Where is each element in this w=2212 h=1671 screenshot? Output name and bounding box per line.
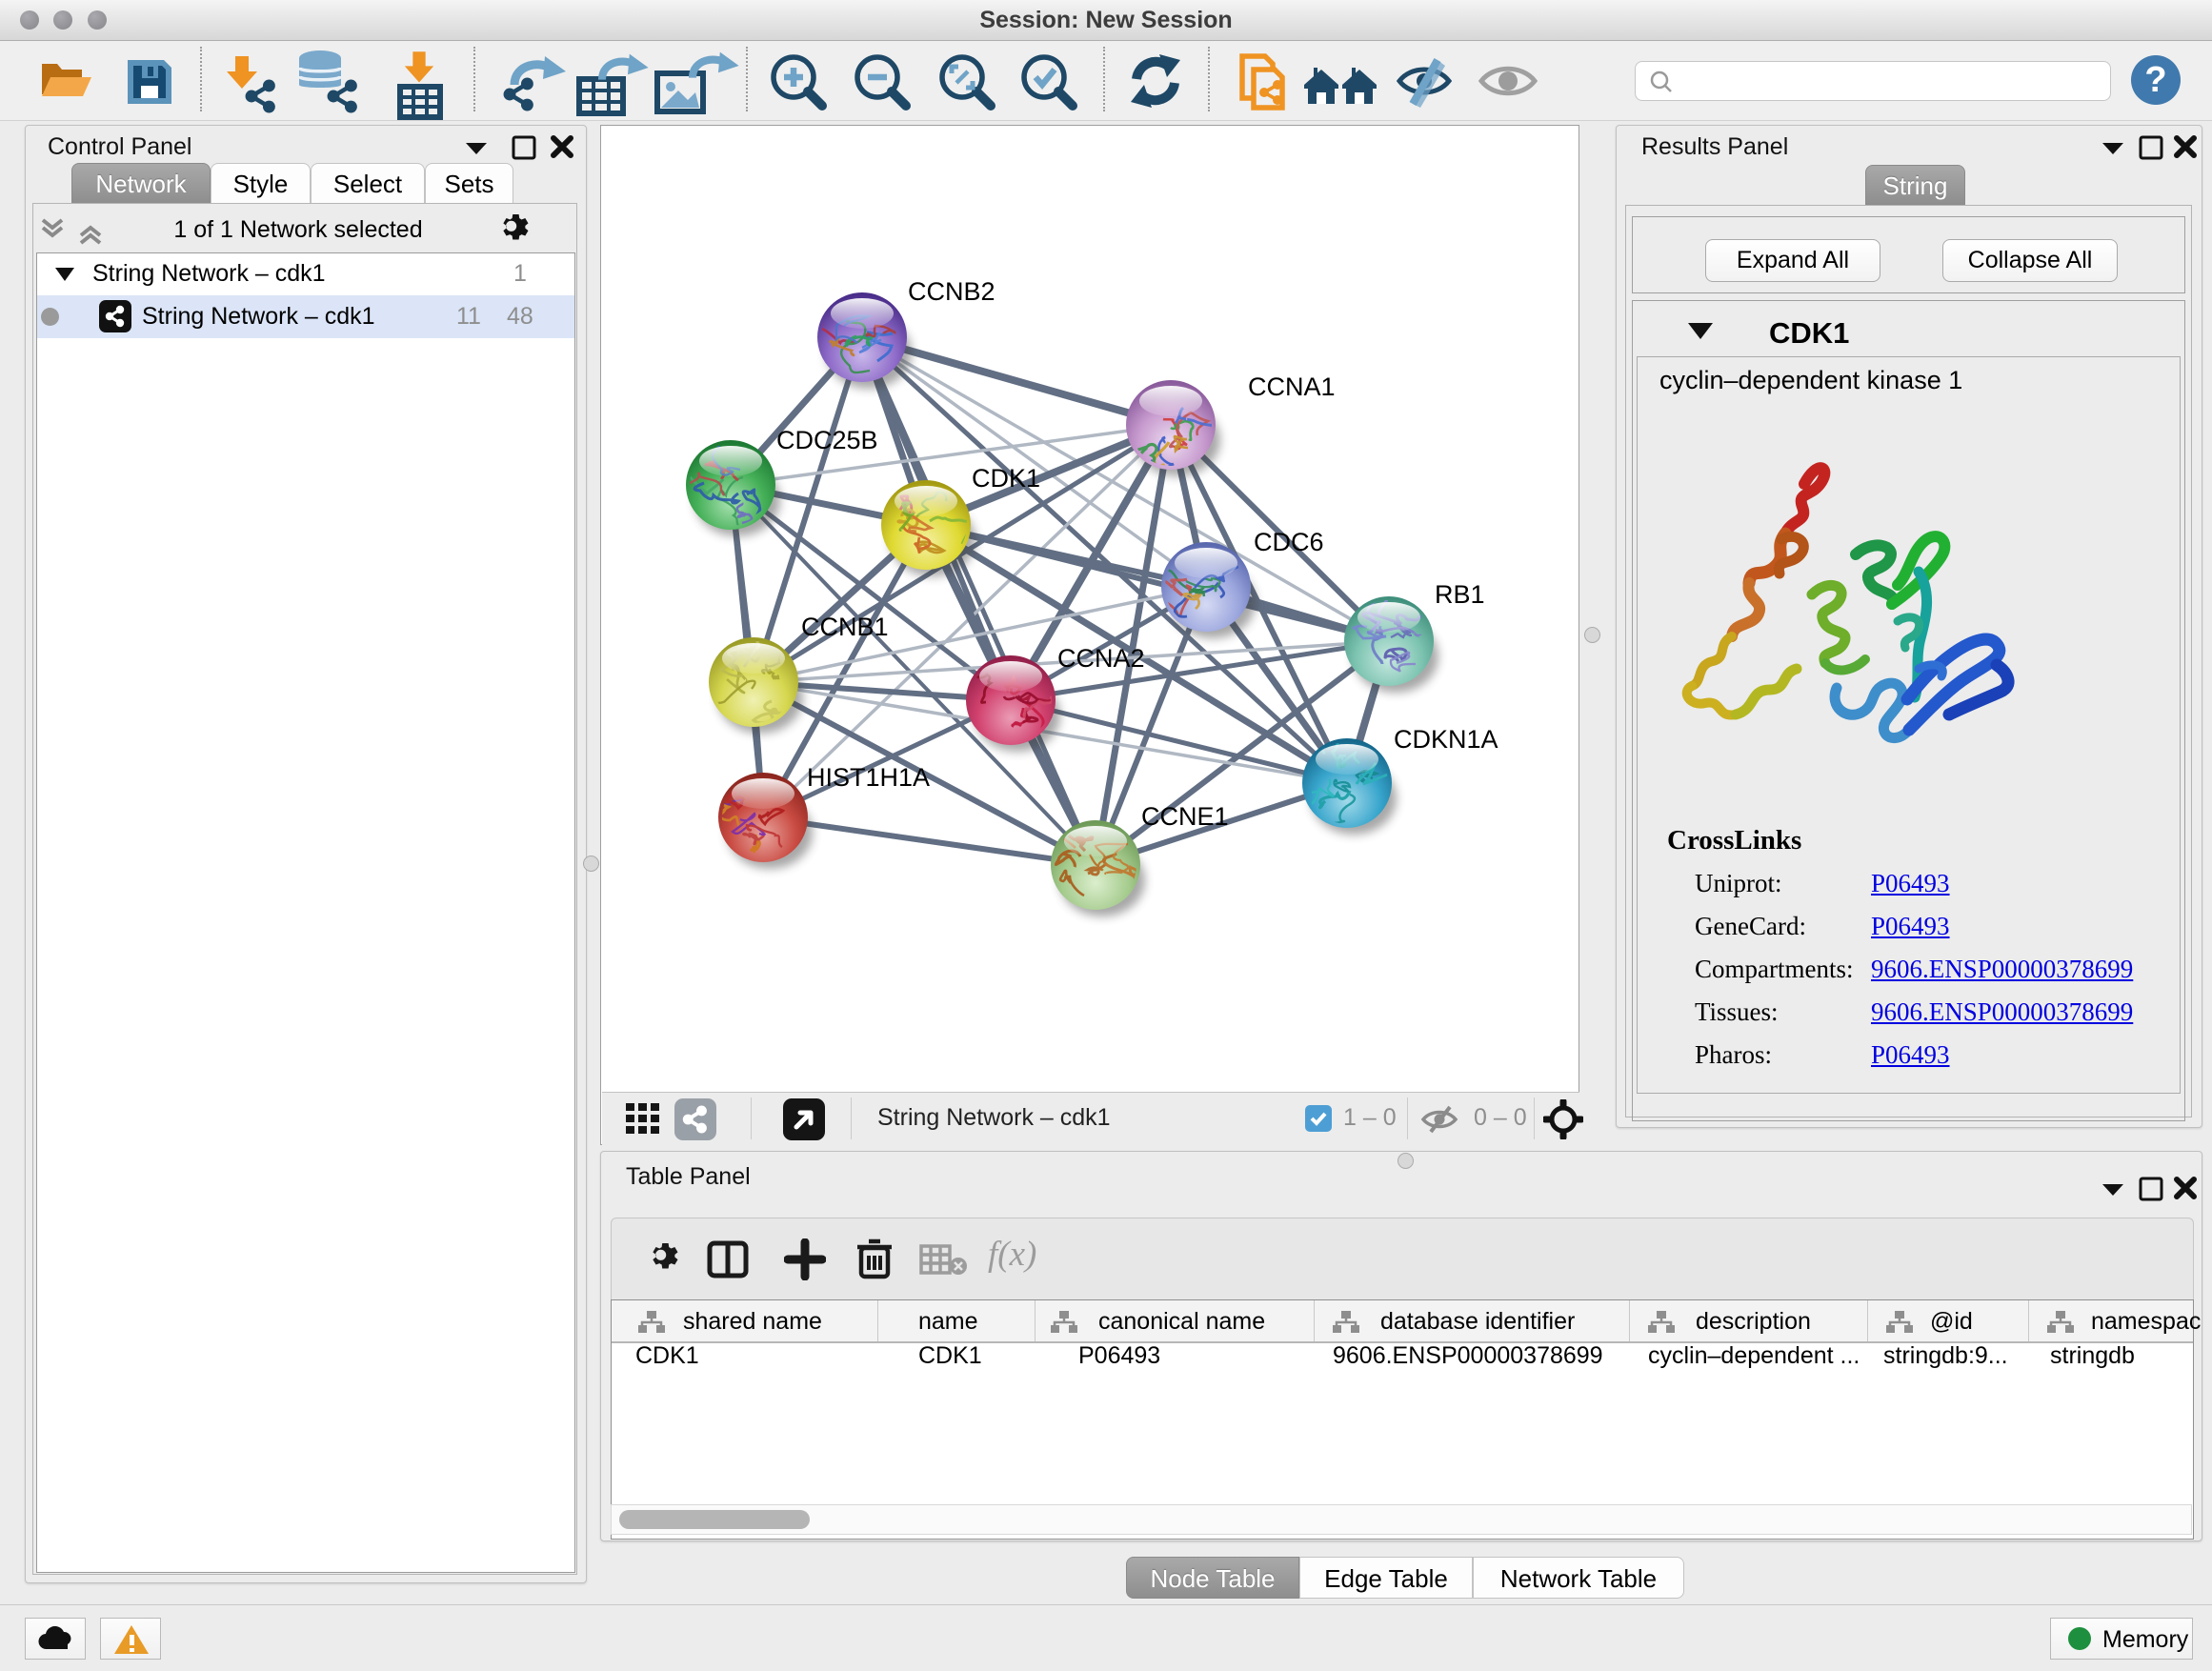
svg-text:CDK1: CDK1 [972, 464, 1040, 493]
svg-text:CCNA2: CCNA2 [1057, 644, 1145, 673]
svg-text:CCNB2: CCNB2 [908, 277, 995, 306]
svg-text:CDC25B: CDC25B [776, 426, 878, 454]
svg-text:RB1: RB1 [1435, 580, 1485, 609]
svg-text:CCNA1: CCNA1 [1248, 372, 1336, 401]
svg-text:HIST1H1A: HIST1H1A [807, 763, 930, 792]
svg-text:CDKN1A: CDKN1A [1394, 725, 1498, 754]
svg-text:CCNE1: CCNE1 [1141, 802, 1229, 831]
svg-text:CDC6: CDC6 [1254, 528, 1324, 556]
svg-text:CCNB1: CCNB1 [801, 613, 889, 641]
